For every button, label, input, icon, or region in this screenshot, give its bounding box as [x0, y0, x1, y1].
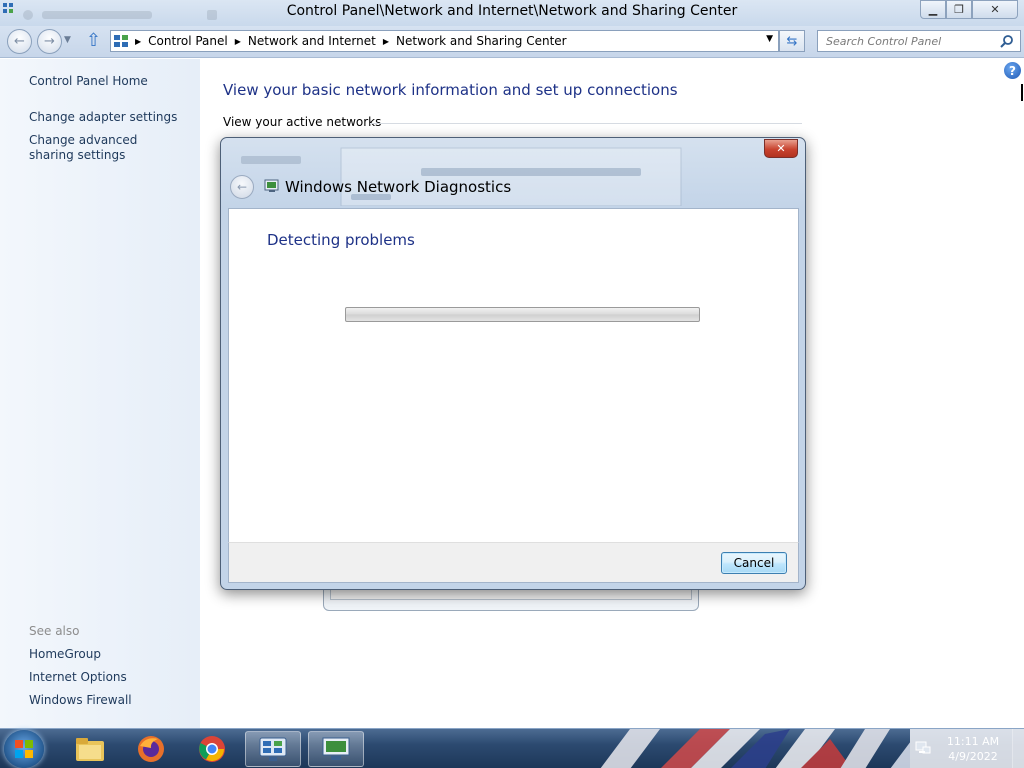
control-panel-app-icon	[259, 737, 287, 761]
address-bar[interactable]: ▶ Control Panel ▶ Network and Internet ▶…	[110, 30, 779, 52]
network-diagnostics-icon	[264, 179, 279, 192]
refresh-button[interactable]: ⇆	[779, 30, 805, 52]
dialog-back-button[interactable]: ←	[230, 175, 254, 199]
start-button[interactable]	[4, 730, 44, 768]
recent-pages-dropdown[interactable]: ▼	[64, 35, 71, 45]
homegroup-link[interactable]: HomeGroup	[29, 647, 101, 662]
active-networks-label: View your active networks	[223, 115, 382, 129]
diagnostics-dialog: ✕ ← Windows Network Diagnostics Detectin…	[220, 137, 806, 590]
breadcrumb-network-and-sharing-center[interactable]: Network and Sharing Center	[396, 34, 567, 48]
dialog-close-button[interactable]: ✕	[764, 139, 798, 158]
system-clock[interactable]: 11:11 AM 4/9/2022	[940, 734, 1006, 764]
change-adapter-settings-link[interactable]: Change adapter settings	[29, 110, 177, 125]
dialog-glass-reflection	[241, 147, 682, 206]
title-bar: Control Panel\Network and Internet\Netwo…	[0, 0, 1024, 26]
dialog-title: Windows Network Diagnostics	[285, 178, 512, 196]
close-icon: ✕	[990, 3, 1000, 16]
chevron-right-icon[interactable]: ▶	[383, 37, 389, 46]
window-title: Control Panel\Network and Internet\Netwo…	[286, 3, 738, 19]
network-diagnostics-app-icon	[322, 737, 350, 760]
address-dropdown-icon[interactable]: ▼	[766, 34, 773, 44]
network-tray-icon[interactable]	[914, 739, 932, 757]
taskbar-file-explorer[interactable]	[62, 731, 118, 767]
refresh-icon: ⇆	[786, 33, 798, 49]
progress-bar	[345, 307, 700, 322]
back-arrow-icon: ←	[14, 34, 25, 49]
chrome-icon	[199, 736, 225, 762]
left-pane: Control Panel Home Change adapter settin…	[0, 59, 200, 728]
restore-button[interactable]: ❐	[946, 0, 972, 19]
internet-options-link[interactable]: Internet Options	[29, 670, 127, 685]
dialog-body: Detecting problems	[228, 208, 799, 542]
search-input[interactable]	[818, 31, 988, 51]
minimize-icon: ▁	[928, 3, 938, 16]
dialog-footer: Cancel	[228, 542, 799, 583]
status-heading: Detecting problems	[267, 231, 415, 249]
cancel-button[interactable]: Cancel	[721, 552, 787, 574]
breadcrumb-network-and-internet[interactable]: Network and Internet	[248, 34, 376, 48]
window-close-button[interactable]: ✕	[972, 0, 1018, 19]
search-icon[interactable]	[1000, 34, 1014, 48]
taskbar-firefox[interactable]	[123, 731, 179, 767]
restore-icon: ❐	[954, 3, 964, 16]
navigation-bar: ← → ▼ ⇧ ▶ Control Panel ▶ Network and In…	[0, 26, 1024, 58]
taskbar: 11:11 AM 4/9/2022	[0, 728, 1024, 768]
folder-icon	[76, 738, 104, 761]
show-desktop-button[interactable]	[1012, 729, 1024, 768]
close-icon: ✕	[776, 142, 786, 155]
taskbar-network-diagnostics[interactable]	[308, 731, 364, 767]
back-arrow-icon: ←	[236, 180, 248, 194]
firefox-icon	[138, 736, 164, 762]
taskbar-control-panel[interactable]	[245, 731, 301, 767]
see-also-heading: See also	[29, 624, 80, 638]
control-panel-icon	[114, 35, 128, 47]
windows-firewall-link[interactable]: Windows Firewall	[29, 693, 132, 708]
minimize-button[interactable]: ▁	[920, 0, 946, 19]
search-box[interactable]	[817, 30, 1021, 52]
forward-button[interactable]: →	[37, 29, 62, 54]
forward-arrow-icon: →	[44, 34, 55, 49]
breadcrumb-control-panel[interactable]: Control Panel	[148, 34, 228, 48]
up-arrow-icon[interactable]: ⇧	[86, 32, 101, 50]
control-panel-home-link[interactable]: Control Panel Home	[29, 74, 148, 89]
chevron-right-icon[interactable]: ▶	[135, 37, 141, 46]
chevron-right-icon[interactable]: ▶	[235, 37, 241, 46]
page-title: View your basic network information and …	[223, 81, 678, 99]
taskbar-chrome[interactable]	[184, 731, 240, 767]
clock-time: 11:11 AM	[946, 735, 1000, 748]
section-divider	[370, 123, 802, 124]
help-icon[interactable]: ?	[1004, 62, 1021, 79]
windows-logo-icon	[15, 740, 33, 758]
back-button[interactable]: ←	[7, 29, 32, 54]
clock-date: 4/9/2022	[948, 750, 998, 763]
change-advanced-sharing-link[interactable]: Change advanced sharing settings	[29, 133, 179, 163]
